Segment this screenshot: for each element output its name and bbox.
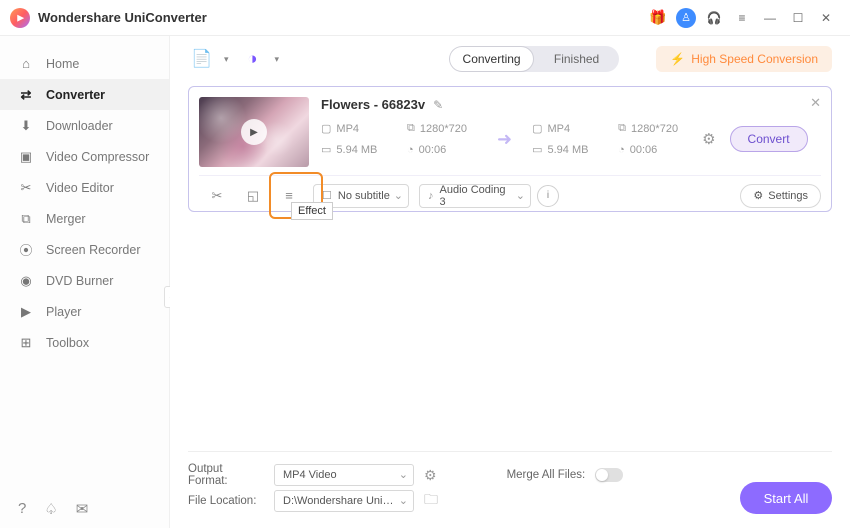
source-meta: ▢MP4 ⧉1280*720 ▭5.94 MB ◔00:06 [321,122,477,156]
convert-button[interactable]: Convert [730,126,808,152]
sidebar-item-converter[interactable]: ⇄ Converter [0,79,169,110]
bolt-icon: ⚡ [670,52,685,66]
sidebar-item-label: Merger [46,212,86,226]
chevron-down-icon[interactable]: ▾ [275,54,280,65]
file-location-select[interactable]: D:\Wondershare UniConverter 1 [274,490,414,512]
high-speed-button[interactable]: ⚡High Speed Conversion [656,46,832,72]
file-name: Flowers - 66823v [321,97,425,112]
sidebar-item-recorder[interactable]: ⦿ Screen Recorder [0,234,169,265]
merge-toggle[interactable] [595,468,623,482]
notification-icon[interactable]: ♤ [44,500,57,518]
minimize-icon[interactable]: — [756,4,784,32]
app-title: Wondershare UniConverter [38,10,644,25]
merge-label: Merge All Files: [507,469,586,481]
sidebar-item-toolbox[interactable]: ⊞ Toolbox [0,327,169,358]
status-tabs: Converting Finished [449,46,619,72]
output-settings-icon[interactable]: ⚙ [692,130,725,148]
arrow-right-icon: ➜ [481,129,528,150]
app-logo [10,8,30,28]
home-icon: ⌂ [18,56,34,71]
merger-icon: ⧉ [18,211,34,227]
sidebar-item-label: Home [46,57,79,71]
bottom-bar: Output Format: MP4 Video ⚙ Merge All Fil… [188,451,832,528]
sidebar-item-editor[interactable]: ✂ Video Editor [0,172,169,203]
sidebar-item-merger[interactable]: ⧉ Merger [0,203,169,234]
open-folder-icon[interactable]: 🗀 [424,489,438,513]
recorder-icon: ⦿ [18,240,34,259]
gift-icon[interactable]: 🎁 [644,4,672,32]
sidebar-item-label: Toolbox [46,336,89,350]
duration-icon: ◔ [407,144,414,156]
file-location-label: File Location: [188,495,264,507]
effect-icon: ≡ [285,188,293,203]
sidebar-item-downloader[interactable]: ⬇ Downloader [0,110,169,141]
size-icon: ▭ [532,143,542,156]
dvd-icon: ◉ [18,273,34,289]
info-icon: i [547,190,549,201]
subtitle-icon: ☐ [322,189,332,202]
effect-tooltip: Effect [291,202,333,220]
crop-icon: ◱ [247,188,259,204]
output-settings-icon[interactable]: ⚙ [424,467,437,484]
resolution-icon: ⧉ [407,122,415,135]
remove-file-button[interactable]: ✕ [810,95,821,111]
file-card: ✕ ▶ Flowers - 66823v ✎ ▢MP4 ⧉1280*720 [188,86,832,212]
video-thumbnail[interactable]: ▶ [199,97,309,167]
video-icon: ▢ [321,122,331,135]
sidebar-item-dvd[interactable]: ◉ DVD Burner [0,265,169,296]
main-panel: 📄 ▾ ◑ ▾ Converting Finished ⚡High Speed … [170,36,850,528]
toolbox-icon: ⊞ [18,335,34,351]
output-format-select[interactable]: MP4 Video [274,464,414,486]
tab-converting[interactable]: Converting [449,46,534,72]
sidebar: ⌂ Home ⇄ Converter ⬇ Downloader ▣ Video Comp… [0,36,170,528]
chevron-down-icon[interactable]: ▾ [224,54,229,65]
add-file-icon: 📄 [191,49,212,69]
converter-icon: ⇄ [18,87,34,103]
titlebar: Wondershare UniConverter 🎁 ♙ 🎧 ≡ — ☐ ✕ [0,0,850,36]
rename-icon[interactable]: ✎ [433,98,443,112]
sidebar-item-label: DVD Burner [46,274,113,288]
add-dvd-icon: ◑ [247,49,257,69]
close-icon[interactable]: ✕ [812,4,840,32]
trim-button[interactable]: ✂ [199,183,235,209]
sidebar-item-label: Player [46,305,81,319]
scissors-icon: ✂ [212,188,223,204]
gear-icon: ⚙ [753,189,763,202]
sidebar-item-label: Video Editor [46,181,114,195]
duration-icon: ◔ [618,144,625,156]
crop-button[interactable]: ◱ [235,183,271,209]
output-format-label: Output Format: [188,463,264,487]
audio-select[interactable]: ♪Audio Coding 3 [419,184,531,208]
target-meta: ▢MP4 ⧉1280*720 ▭5.94 MB ◔00:06 [532,122,688,156]
account-icon[interactable]: ♙ [672,4,700,32]
sidebar-item-compressor[interactable]: ▣ Video Compressor [0,141,169,172]
tab-finished[interactable]: Finished [534,46,619,72]
feedback-icon[interactable]: ✉ [76,500,89,518]
sidebar-item-label: Video Compressor [46,150,149,164]
resolution-icon: ⧉ [618,122,626,135]
player-icon: ▶ [18,304,34,320]
help-icon[interactable]: ? [18,500,26,518]
sidebar-item-player[interactable]: ▶ Player [0,296,169,327]
info-button[interactable]: i [537,185,559,207]
sidebar-item-label: Screen Recorder [46,243,141,257]
add-file-button[interactable]: 📄 [188,46,216,72]
size-icon: ▭ [321,143,331,156]
file-settings-button[interactable]: ⚙Settings [740,184,821,208]
start-all-button[interactable]: Start All [740,482,832,514]
add-dvd-button[interactable]: ◑ [239,46,267,72]
support-icon[interactable]: 🎧 [700,4,728,32]
menu-icon[interactable]: ≡ [728,4,756,32]
video-icon: ▢ [532,122,542,135]
maximize-icon[interactable]: ☐ [784,4,812,32]
downloader-icon: ⬇ [18,118,34,134]
sidebar-item-home[interactable]: ⌂ Home [0,48,169,79]
audio-icon: ♪ [428,190,434,202]
sidebar-item-label: Converter [46,88,105,102]
sidebar-item-label: Downloader [46,119,113,133]
compressor-icon: ▣ [18,149,34,165]
editor-icon: ✂ [18,180,34,196]
play-icon: ▶ [241,119,267,145]
